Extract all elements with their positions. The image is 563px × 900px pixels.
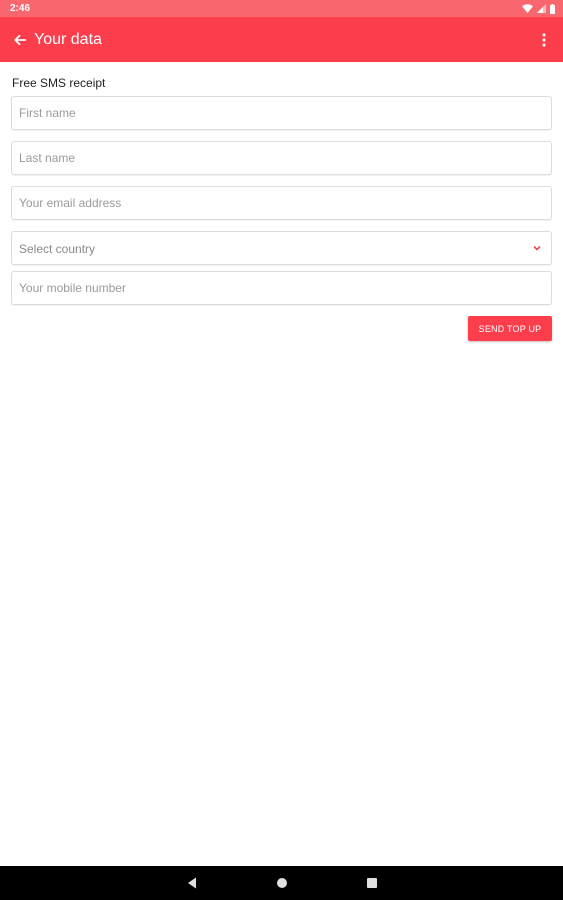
signal-icon bbox=[537, 4, 546, 13]
last-name-input[interactable] bbox=[12, 142, 551, 174]
email-input[interactable] bbox=[12, 187, 551, 219]
status-time: 2:46 bbox=[10, 3, 31, 14]
wifi-icon bbox=[522, 4, 533, 13]
chevron-down-icon bbox=[533, 245, 541, 251]
battery-icon bbox=[550, 3, 555, 14]
send-top-up-button[interactable]: SEND TOP UP bbox=[468, 316, 552, 341]
first-name-input[interactable] bbox=[12, 97, 551, 129]
nav-home-icon[interactable] bbox=[276, 877, 288, 889]
arrow-left-icon bbox=[14, 34, 26, 46]
system-nav-bar bbox=[0, 866, 563, 900]
back-button[interactable] bbox=[8, 28, 32, 52]
mobile-number-input[interactable] bbox=[12, 272, 551, 304]
last-name-field bbox=[11, 141, 552, 175]
country-select[interactable]: Select country bbox=[11, 231, 552, 265]
section-label: Free SMS receipt bbox=[12, 76, 106, 90]
nav-back-icon[interactable] bbox=[185, 876, 199, 890]
app-bar: Your data bbox=[0, 17, 563, 62]
page-title: Your data bbox=[34, 31, 102, 48]
overflow-menu-button[interactable] bbox=[536, 28, 552, 52]
first-name-field bbox=[11, 96, 552, 130]
email-field bbox=[11, 186, 552, 220]
more-vert-icon bbox=[542, 33, 546, 47]
mobile-number-field bbox=[11, 271, 552, 305]
status-bar: 2:46 bbox=[0, 0, 563, 17]
status-icons bbox=[522, 3, 555, 14]
country-select-value: Select country bbox=[19, 242, 96, 256]
nav-recents-icon[interactable] bbox=[366, 877, 378, 889]
